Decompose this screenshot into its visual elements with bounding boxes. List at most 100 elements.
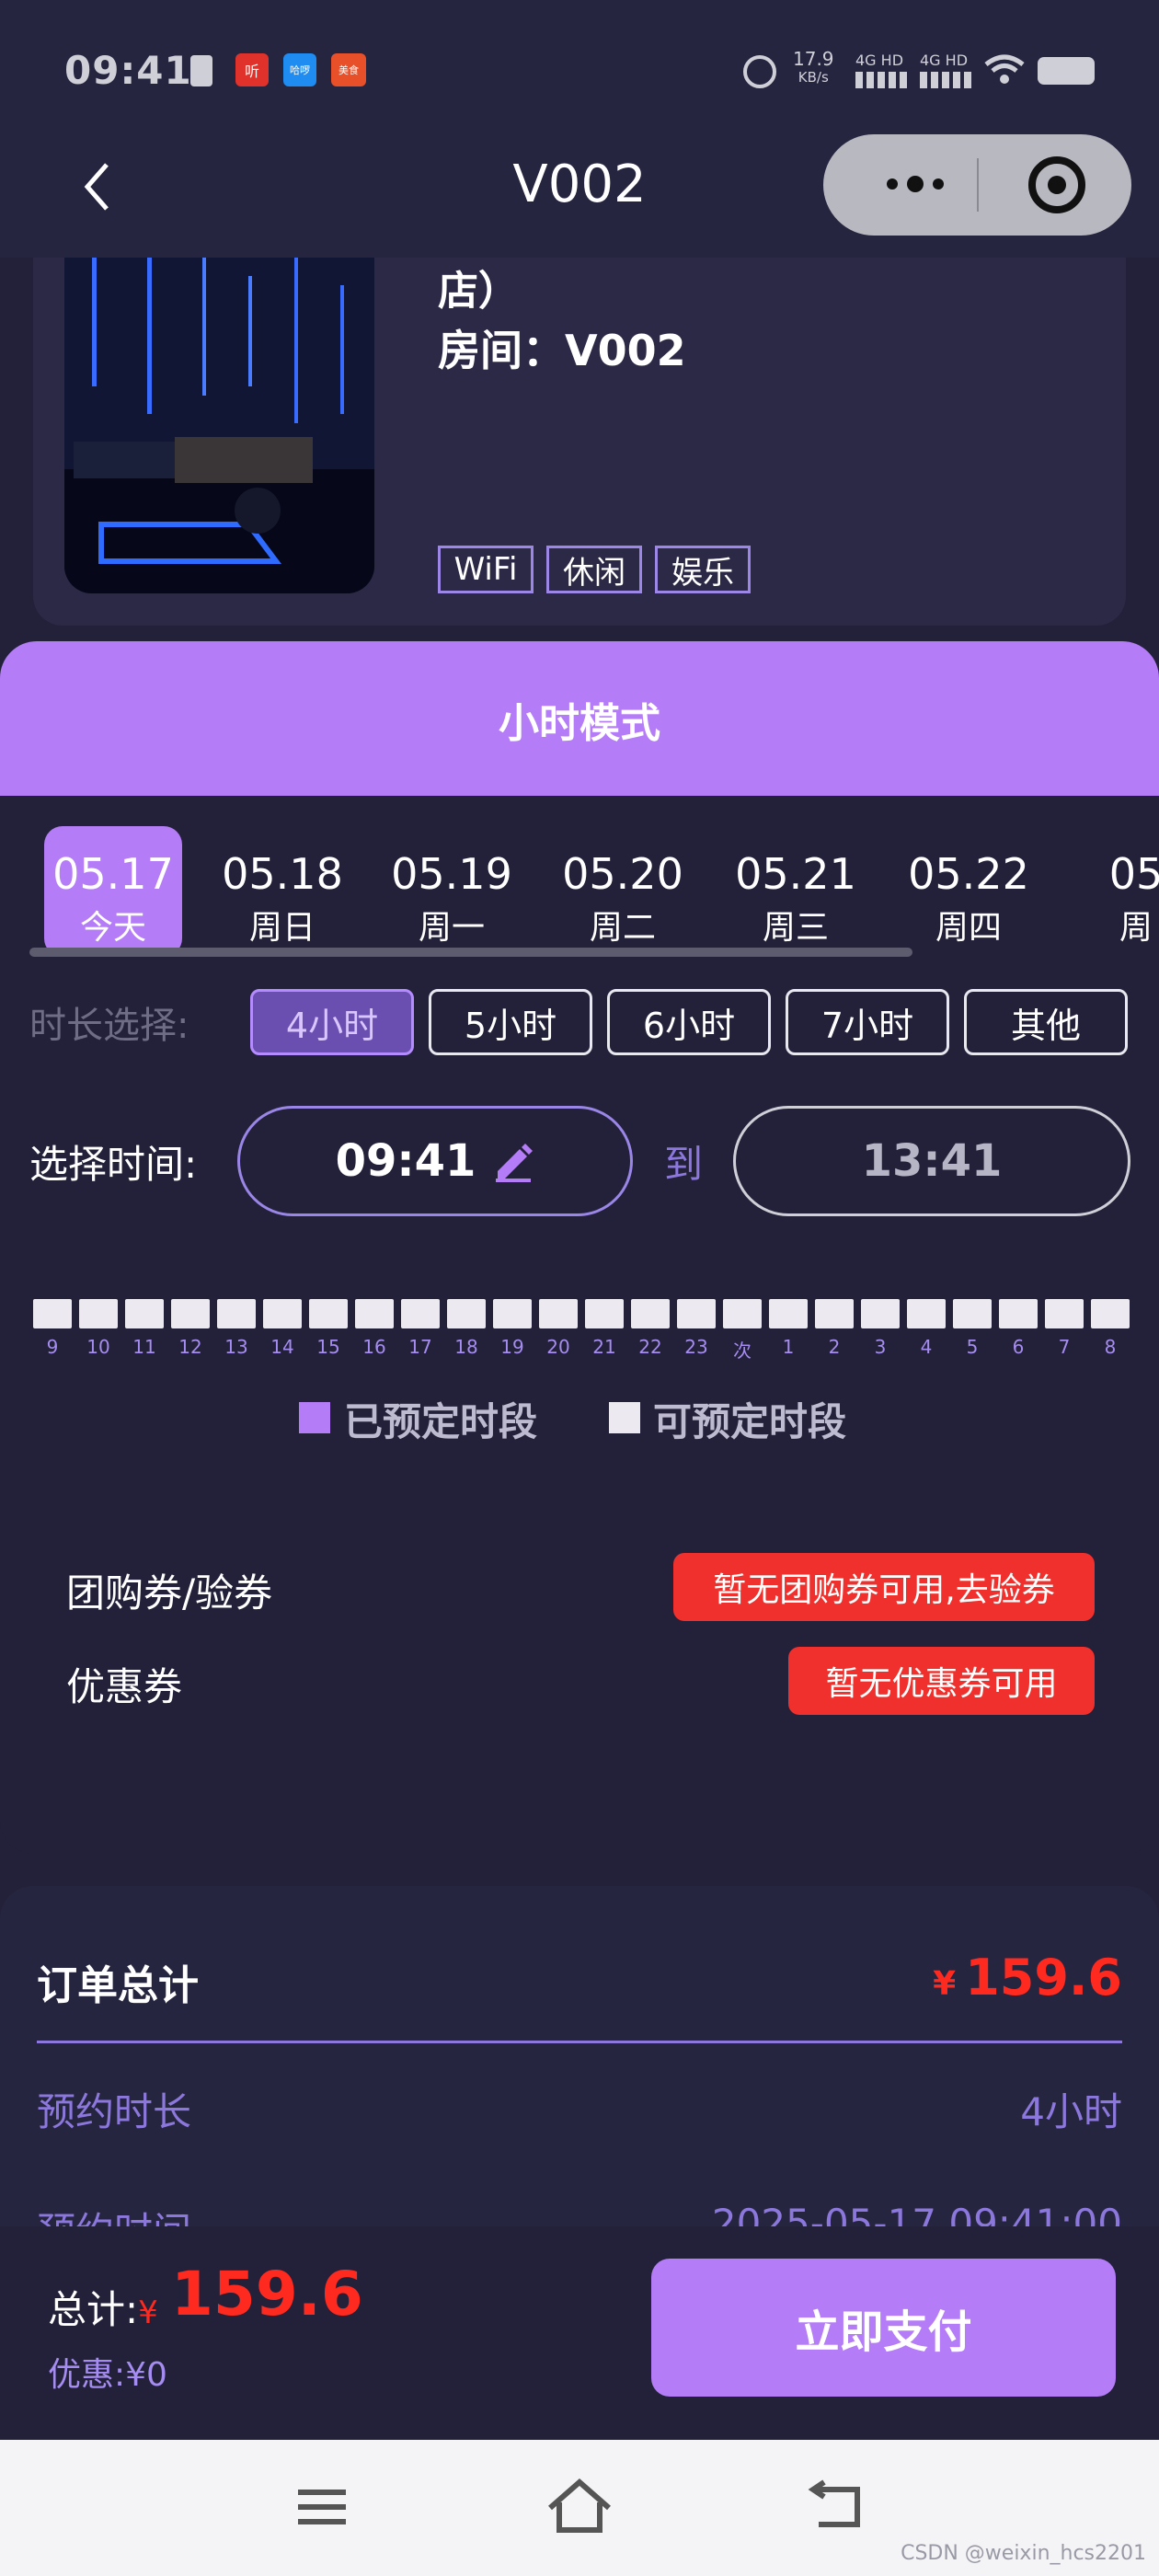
date-weekday: 周二 (589, 909, 656, 947)
date-weekday: 周 (1119, 909, 1153, 947)
date-item[interactable]: 05.20 周二 (554, 826, 692, 957)
duration-option-6h[interactable]: 6小时 (607, 989, 771, 1055)
sum-value: 159.6 (171, 2259, 363, 2329)
date-item[interactable]: 05.21 周三 (727, 826, 865, 957)
capsule-divider (977, 158, 979, 212)
date-value: 05.22 (908, 849, 1029, 899)
hour-label: 5 (966, 1336, 979, 1358)
order-divider (37, 2041, 1122, 2043)
signal-2-icon (920, 72, 971, 88)
hour-slot (447, 1299, 486, 1328)
hour-slot (1091, 1299, 1130, 1328)
hour-label: 1 (782, 1336, 795, 1358)
hour-label: 6 (1012, 1336, 1025, 1358)
tag-wifi: WiFi (438, 546, 534, 593)
date-weekday: 今天 (79, 909, 146, 947)
app-notification-icon: 美食 (331, 53, 366, 86)
hour-slot (309, 1299, 348, 1328)
hour-label: 16 (362, 1336, 386, 1358)
hour-slot (539, 1299, 578, 1328)
hour-slot (355, 1299, 394, 1328)
booking-duration-label: 预约时长 (37, 2089, 192, 2134)
home-icon[interactable] (543, 2475, 616, 2539)
hour-slot (999, 1299, 1038, 1328)
order-total-value: 159.6 (965, 1949, 1122, 2007)
hour-label: 11 (132, 1336, 156, 1358)
date-item-clipped[interactable]: 05 周 (1067, 826, 1159, 957)
tag-entertainment: 娱乐 (655, 546, 751, 593)
start-time-picker[interactable]: 09:41 (237, 1106, 633, 1216)
hour-slot (907, 1299, 946, 1328)
hour-label: 22 (638, 1336, 662, 1358)
hour-label: 4 (920, 1336, 933, 1358)
duration-option-5h[interactable]: 5小时 (429, 989, 592, 1055)
discount-coupon-button[interactable]: 暂无优惠券可用 (788, 1647, 1095, 1715)
date-value: 05 (1108, 849, 1159, 899)
hour-mode-tab[interactable]: 小时模式 (0, 690, 1159, 749)
legend-booked-swatch (299, 1402, 330, 1433)
pay-now-button[interactable]: 立即支付 (651, 2259, 1116, 2397)
battery-icon (1038, 57, 1095, 85)
wifi-icon (984, 53, 1025, 85)
target-icon[interactable] (1028, 156, 1085, 213)
hour-label: 9 (46, 1336, 59, 1358)
date-item-selected[interactable]: 05.17 今天 (44, 826, 182, 957)
back-button[interactable] (74, 155, 120, 219)
date-item[interactable]: 05.18 周日 (213, 826, 351, 957)
signal-2-label: 4G HD (920, 52, 969, 69)
hour-slot (33, 1299, 72, 1328)
net-speed: 17.9 KB/s (793, 48, 834, 86)
date-item[interactable]: 05.22 周四 (900, 826, 1038, 957)
hour-slot (861, 1299, 900, 1328)
hour-label: 14 (270, 1336, 294, 1358)
group-coupon-button[interactable]: 暂无团购券可用,去验券 (673, 1553, 1095, 1621)
hour-slot (493, 1299, 532, 1328)
hour-label: 17 (408, 1336, 432, 1358)
watermark: CSDN @weixin_hcs2201 (901, 2542, 1146, 2565)
date-value: 05.17 (52, 849, 174, 899)
discount-coupon-label: 优惠券 (66, 1664, 183, 1709)
sim-icon (190, 55, 212, 86)
hour-label: 21 (592, 1336, 616, 1358)
date-weekday: 周四 (935, 909, 1002, 947)
hour-slot (263, 1299, 302, 1328)
hour-label: 10 (86, 1336, 110, 1358)
date-weekday: 周日 (248, 909, 316, 947)
legend-booked-label: 已预定时段 (344, 1399, 538, 1444)
page-title: V002 (512, 155, 647, 214)
date-weekday: 周一 (418, 909, 485, 947)
app-notification-icon: 听 (235, 53, 269, 86)
more-dots-icon[interactable] (860, 156, 970, 212)
hour-label: 8 (1104, 1336, 1117, 1358)
hour-slot (585, 1299, 624, 1328)
back-nav-icon[interactable] (800, 2475, 874, 2539)
hour-label: 2 (828, 1336, 841, 1358)
date-scrollbar[interactable] (29, 948, 912, 957)
menu-icon[interactable] (285, 2475, 359, 2539)
room-name: 房间：V002 (438, 326, 686, 375)
legend-available-swatch (609, 1402, 640, 1433)
hour-label: 13 (224, 1336, 248, 1358)
duration-option-7h[interactable]: 7小时 (786, 989, 949, 1055)
date-weekday: 周三 (762, 909, 829, 947)
hour-label: 15 (316, 1336, 340, 1358)
hour-slot (125, 1299, 164, 1328)
start-time-value: 09:41 (335, 1135, 476, 1187)
store-name: 店） (438, 268, 519, 315)
hour-slot (723, 1299, 762, 1328)
duration-option-4h[interactable]: 4小时 (250, 989, 414, 1055)
discount-amount: 优惠:¥0 (48, 2356, 167, 2394)
duration-option-other[interactable]: 其他 (964, 989, 1128, 1055)
hour-slot (677, 1299, 716, 1328)
signal-1-label: 4G HD (855, 52, 904, 69)
date-item[interactable]: 05.19 周一 (383, 826, 521, 957)
hour-slot (769, 1299, 808, 1328)
hour-label: 23 (684, 1336, 708, 1358)
hour-label: 7 (1058, 1336, 1071, 1358)
alarm-icon (743, 55, 776, 88)
order-total-title: 订单总计 (37, 1962, 199, 2009)
sum-label: 总计:¥ (48, 2287, 158, 2332)
hour-label: 19 (500, 1336, 524, 1358)
hour-slot (815, 1299, 854, 1328)
hour-slot (217, 1299, 256, 1328)
